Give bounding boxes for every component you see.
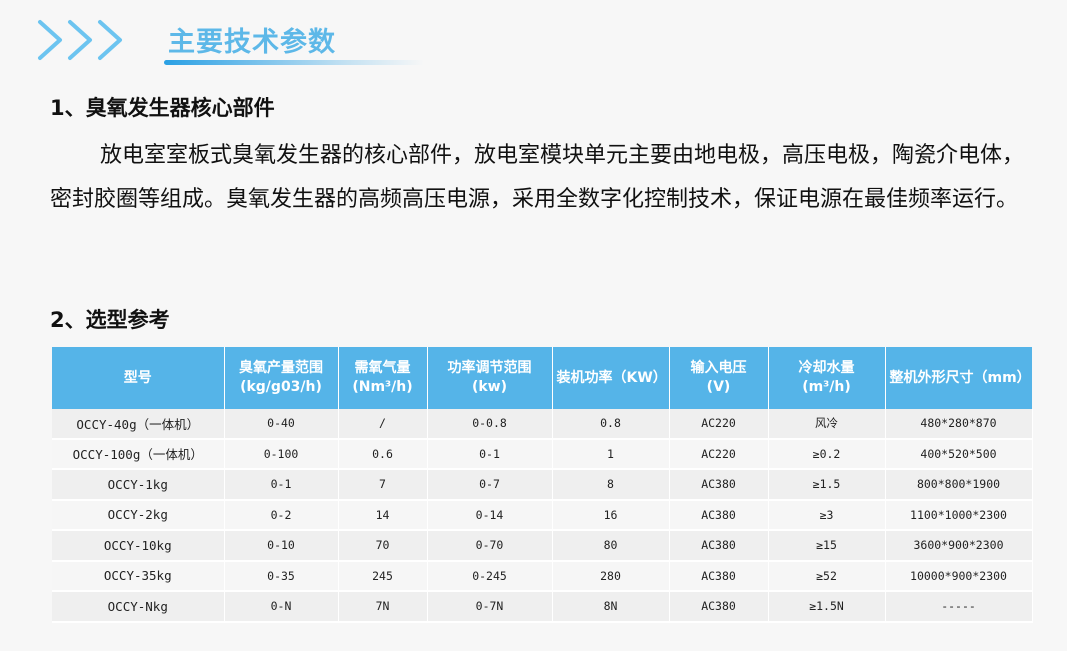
cell-oxygen-demand: 7N [338,591,428,623]
col-header-cooling-water: 冷却水量 (m³/h) [768,347,886,409]
table-row: OCCY-2kg 0-2 14 0-14 16 AC380 ≥3 1100*1000*2300 [52,499,1033,531]
cell-ozone-output: 0-10 [224,530,339,562]
title-underline [164,60,424,65]
col-header-input-voltage: 输入电压 (V) [669,347,769,409]
section-heading-core-parts: 1、臭氧发生器核心部件 [50,96,275,120]
section-heading-selection: 2、选型参考 [50,308,170,332]
cell-input-voltage: AC380 [669,591,769,623]
cell-installed-power: 16 [552,499,670,531]
cell-oxygen-demand: / [338,409,428,440]
col-header-oxygen-demand: 需氧气量 (Nm³/h) [338,347,428,409]
cell-power-range: 0-7N [427,591,553,623]
cell-input-voltage: AC380 [669,560,769,592]
cell-oxygen-demand: 0.6 [338,438,428,470]
cell-cooling-water: ≥52 [768,560,886,592]
table-row: OCCY-Nkg 0-N 7N 0-7N 8N AC380 ≥1.5N ----- [52,591,1033,623]
cell-oxygen-demand: 14 [338,499,428,531]
cell-dimensions: ----- [885,591,1033,623]
cell-ozone-output: 0-40 [224,409,339,440]
cell-installed-power: 8 [552,469,670,501]
cell-installed-power: 0.8 [552,409,670,440]
cell-model: OCCY-1kg [52,469,225,501]
cell-ozone-output: 0-100 [224,438,339,470]
cell-model: OCCY-35kg [52,560,225,592]
cell-dimensions: 800*800*1900 [885,469,1033,501]
cell-model: OCCY-10kg [52,530,225,562]
cell-input-voltage: AC380 [669,499,769,531]
col-header-installed-power: 装机功率（KW） [552,347,670,409]
spec-table-container: 型号 臭氧产量范围 (kg/g03/h) 需氧气量 (Nm³/h) 功率调节范围 (k… [52,347,1033,623]
spec-table: 型号 臭氧产量范围 (kg/g03/h) 需氧气量 (Nm³/h) 功率调节范围 (k… [52,347,1033,623]
table-row: OCCY-1kg 0-1 7 0-7 8 AC380 ≥1.5 800*800*1900 [52,469,1033,501]
cell-input-voltage: AC220 [669,438,769,470]
cell-ozone-output: 0-35 [224,560,339,592]
col-header-ozone-output: 臭氧产量范围 (kg/g03/h) [224,347,339,409]
cell-power-range: 0-0.8 [427,409,553,440]
cell-model: OCCY-2kg [52,499,225,531]
core-parts-paragraph: 放电室室板式臭氧发生器的核心部件，放电室模块单元主要由地电极，高压电极，陶瓷介电… [50,143,1025,212]
table-row: OCCY-10kg 0-10 70 0-70 80 AC380 ≥15 3600*900*23… [52,530,1033,562]
table-header-row: 型号 臭氧产量范围 (kg/g03/h) 需氧气量 (Nm³/h) 功率调节范围 (k… [52,347,1032,409]
cell-cooling-water: ≥1.5N [768,591,886,623]
cell-dimensions: 1100*1000*2300 [885,499,1033,531]
cell-ozone-output: 0-1 [224,469,339,501]
cell-cooling-water: ≥1.5 [768,469,886,501]
section-header: 主要技术参数 [36,12,436,68]
cell-ozone-output: 0-2 [224,499,339,531]
cell-dimensions: 480*280*870 [885,409,1033,440]
cell-cooling-water: ≥0.2 [768,438,886,470]
chevron-right-icon [38,20,122,60]
cell-installed-power: 8N [552,591,670,623]
cell-installed-power: 1 [552,438,670,470]
cell-installed-power: 280 [552,560,670,592]
cell-model: OCCY-Nkg [52,591,225,623]
col-header-dimensions: 整机外形尺寸（mm） [885,347,1032,409]
cell-dimensions: 3600*900*2300 [885,530,1033,562]
col-header-power-range: 功率调节范围 (kw) [427,347,553,409]
table-row: OCCY-40g（一体机） 0-40/0-0.8 0.8 AC220 风冷 480*280… [52,409,1033,440]
cell-installed-power: 80 [552,530,670,562]
cell-power-range: 0-7 [427,469,553,501]
cell-power-range: 0-245 [427,560,553,592]
col-header-model: 型号 [52,347,225,409]
cell-oxygen-demand: 245 [338,560,428,592]
cell-power-range: 0-70 [427,530,553,562]
cell-cooling-water: ≥3 [768,499,886,531]
cell-oxygen-demand: 7 [338,469,428,501]
cell-dimensions: 400*520*500 [885,438,1033,470]
cell-cooling-water: ≥15 [768,530,886,562]
cell-input-voltage: AC380 [669,530,769,562]
cell-power-range: 0-14 [427,499,553,531]
cell-oxygen-demand: 70 [338,530,428,562]
cell-power-range: 0-1 [427,438,553,470]
cell-model: OCCY-40g（一体机） [52,409,225,440]
cell-model: OCCY-100g（一体机） [52,438,225,470]
page-title: 主要技术参数 [168,27,336,58]
cell-input-voltage: AC220 [669,409,769,440]
cell-dimensions: 10000*900*2300 [885,560,1033,592]
table-row: OCCY-100g（一体机） 0-100 0.6 0-1 1 AC220 ≥0.2 400*5… [52,438,1033,470]
table-row: OCCY-35kg 0-35 245 0-245 280 AC380 ≥52 10000*90… [52,560,1033,592]
cell-input-voltage: AC380 [669,469,769,501]
cell-cooling-water: 风冷 [768,409,886,440]
cell-ozone-output: 0-N [224,591,339,623]
